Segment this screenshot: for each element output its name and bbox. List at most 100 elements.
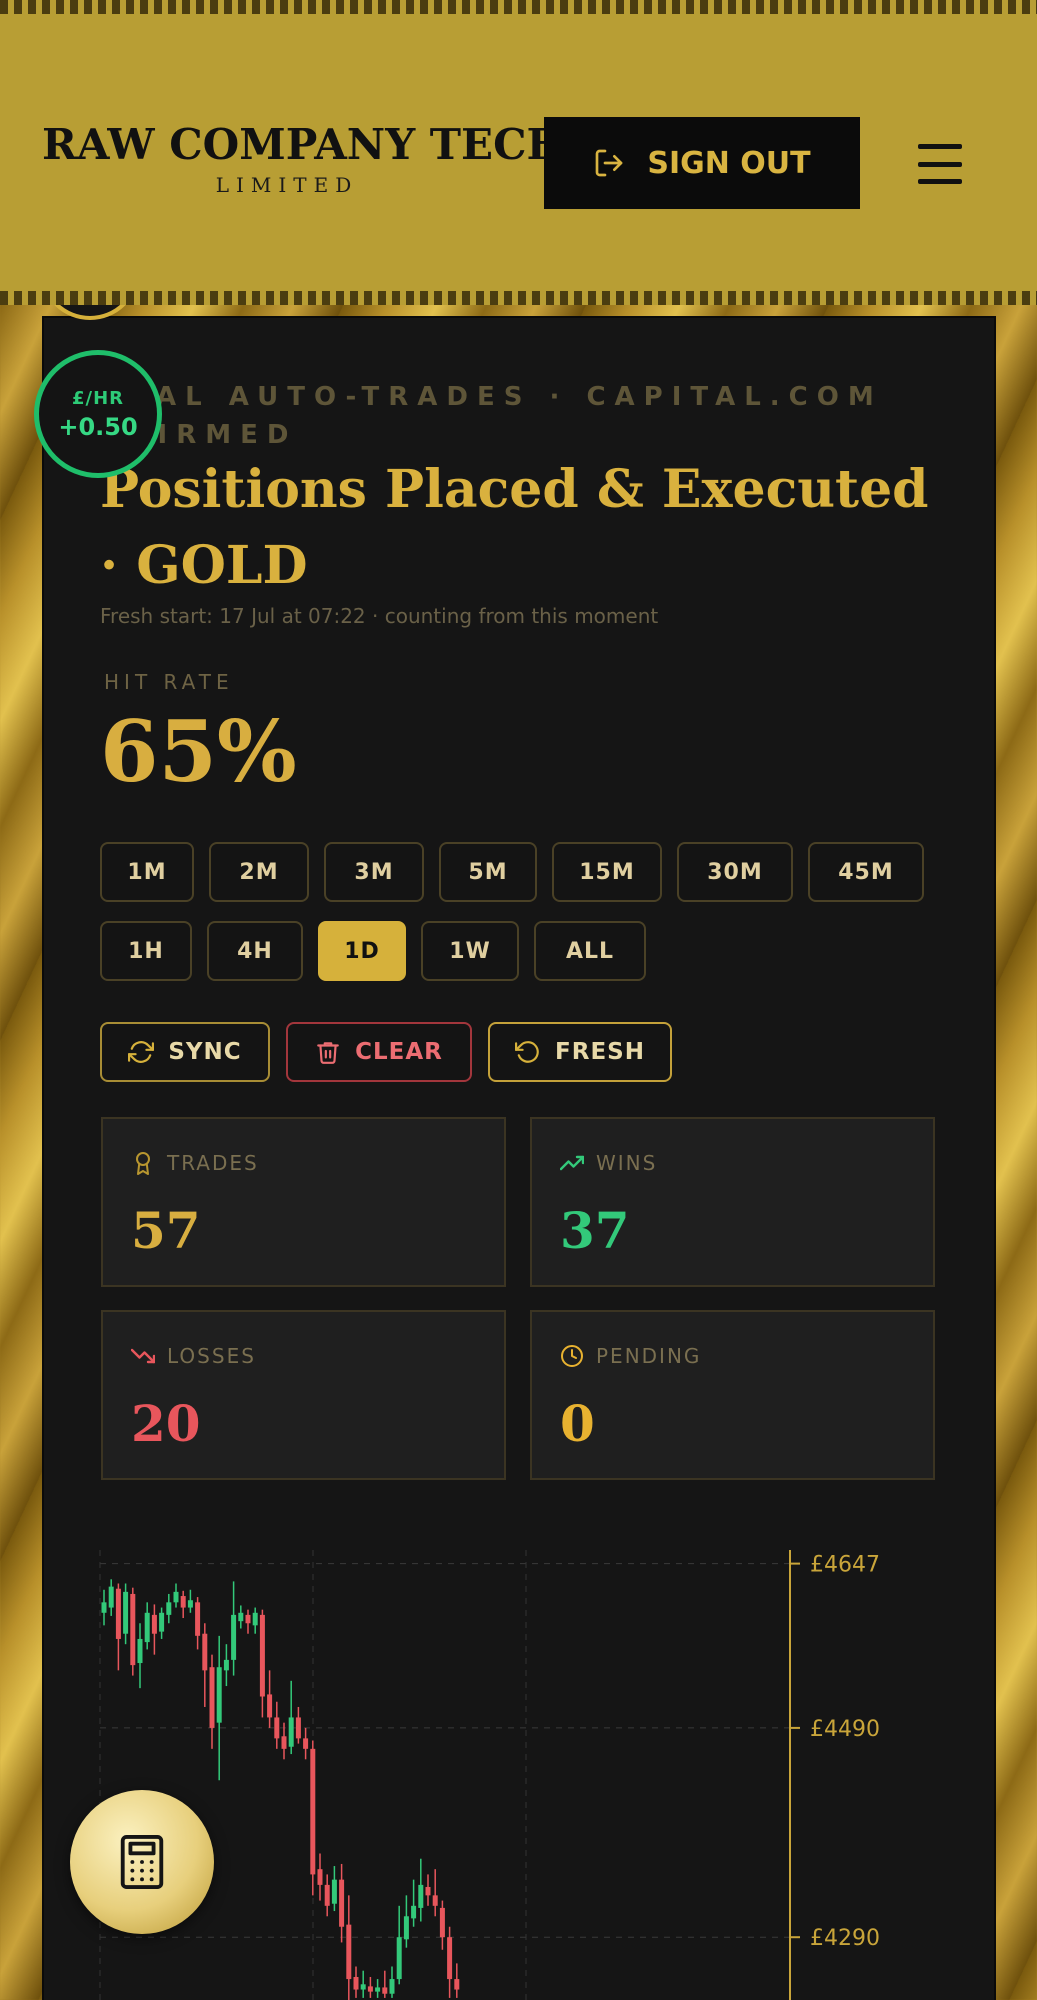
candle-body [281,1736,287,1749]
refresh-icon [128,1041,155,1063]
candle-body [252,1612,258,1626]
page-title: Positions Placed & Executed · GOLD [100,459,929,596]
timeframe-1d[interactable]: 1D [318,921,406,981]
timeframe-1m[interactable]: 1M [100,842,194,902]
candle-body [439,1907,445,1938]
candle-body [411,1905,417,1919]
timeframe-1h[interactable]: 1H [100,921,192,981]
calculator-icon [120,1835,164,1889]
candle-body [375,1987,381,1992]
sync-label: SYNC [168,1039,242,1065]
sign-out-icon [596,149,623,177]
timeframe-3m[interactable]: 3M [324,842,424,902]
candle-body [180,1596,186,1608]
trades-value: 57 [131,1201,201,1260]
trending-down-icon [131,1348,155,1364]
hit-rate-label: HIT RATE [104,670,234,694]
fresh-label: FRESH [555,1039,645,1065]
candle-body [216,1667,222,1723]
y-tick-label: £4490 [810,1717,880,1742]
timeframe-45m[interactable]: 45M [808,842,924,902]
candle-body [389,1979,395,1994]
candle-body [245,1614,251,1624]
candle-body [295,1717,301,1739]
candle-body [223,1659,229,1671]
candle-body [101,1602,107,1613]
candle-body [231,1614,237,1660]
pending-label: PENDING [596,1344,702,1368]
candle-body [353,1976,359,1990]
candle-body [382,1987,388,1994]
losses-label: LOSSES [167,1344,256,1368]
candle-body [108,1586,114,1608]
candle-body [288,1717,294,1747]
candle-body [317,1869,323,1885]
candle-body [360,1984,366,1990]
timeframe-row-2: 1H 4H 1D 1W ALL [100,921,646,981]
candle-body [418,1884,424,1908]
candle-body [137,1638,143,1664]
price-chart[interactable]: £4647 £4490 £4290 [99,1540,940,2000]
section-eyebrow: TUAL AUTO-TRADES · CAPITAL.COM NFIRMED [100,382,883,450]
candle-body [339,1879,345,1927]
candle-body [238,1612,244,1622]
candle-body [396,1937,402,1980]
candle-body [159,1612,165,1632]
candle-body [447,1937,453,1980]
clock-icon [561,1345,583,1367]
calculator-fab[interactable] [70,1790,214,1934]
candle-body [267,1694,273,1718]
candle-body [166,1602,172,1615]
wins-value: 37 [560,1201,630,1260]
candle-body [123,1591,129,1634]
pending-stat-card: PENDING 0 [530,1310,935,1480]
hit-rate-value: 65% [100,702,297,801]
candle-body [130,1593,136,1666]
trash-icon [317,1042,339,1064]
timeframe-4h[interactable]: 4H [207,921,303,981]
candle-body [274,1717,280,1739]
award-icon [136,1152,150,1175]
hourly-rate-badge: £/HR +0.50 [34,350,162,478]
candle-body [187,1600,193,1608]
trades-stat-card: TRADES 57 [101,1117,506,1287]
timeframe-30m[interactable]: 30M [677,842,793,902]
timeframe-all[interactable]: ALL [534,921,646,981]
timeframe-15m[interactable]: 15M [552,842,662,902]
timeframe-2m[interactable]: 2M [209,842,309,902]
sign-out-button[interactable]: SIGN OUT [544,117,860,209]
hamburger-menu-icon[interactable] [918,144,966,184]
brand-subtitle: LIMITED [215,173,359,197]
hourly-rate-value: +0.50 [58,412,138,441]
action-row: SYNC CLEAR FRESH [100,1022,672,1082]
trending-up-icon [560,1155,584,1171]
candle-body [144,1612,150,1643]
top-header: RAW COMPANY TECH LIMITED SIGN OUT [0,0,1037,305]
sign-out-label: SIGN OUT [647,145,811,181]
candlestick-chart: £4647 £4490 £4290 [99,1550,880,2000]
losses-value: 20 [131,1394,201,1453]
candle-body [303,1738,309,1749]
candle-body [454,1979,460,1990]
losses-stat-card: LOSSES 20 [101,1310,506,1480]
candle-body [432,1895,438,1906]
timeframe-5m[interactable]: 5M [439,842,537,902]
clear-button[interactable]: CLEAR [286,1022,472,1082]
fresh-start-note: Fresh start: 17 Jul at 07:22 · counting … [100,604,659,628]
candle-body [151,1614,157,1634]
brand-name: RAW COMPANY TECH [42,120,567,169]
sync-button[interactable]: SYNC [100,1022,270,1082]
hourly-rate-label: £/HR [71,387,125,409]
candle-body [367,1986,373,1992]
timeframe-1w[interactable]: 1W [421,921,519,981]
y-tick-label: £4647 [810,1553,880,1578]
candle-body [173,1591,179,1603]
candle-body [331,1879,337,1904]
wins-stat-card: WINS 37 [530,1117,935,1287]
candle-body [202,1633,208,1671]
pending-value: 0 [560,1394,595,1453]
fresh-button[interactable]: FRESH [488,1022,672,1082]
brand-logo[interactable]: RAW COMPANY TECH LIMITED [42,120,567,197]
wins-label: WINS [596,1151,658,1175]
clear-label: CLEAR [355,1039,443,1065]
